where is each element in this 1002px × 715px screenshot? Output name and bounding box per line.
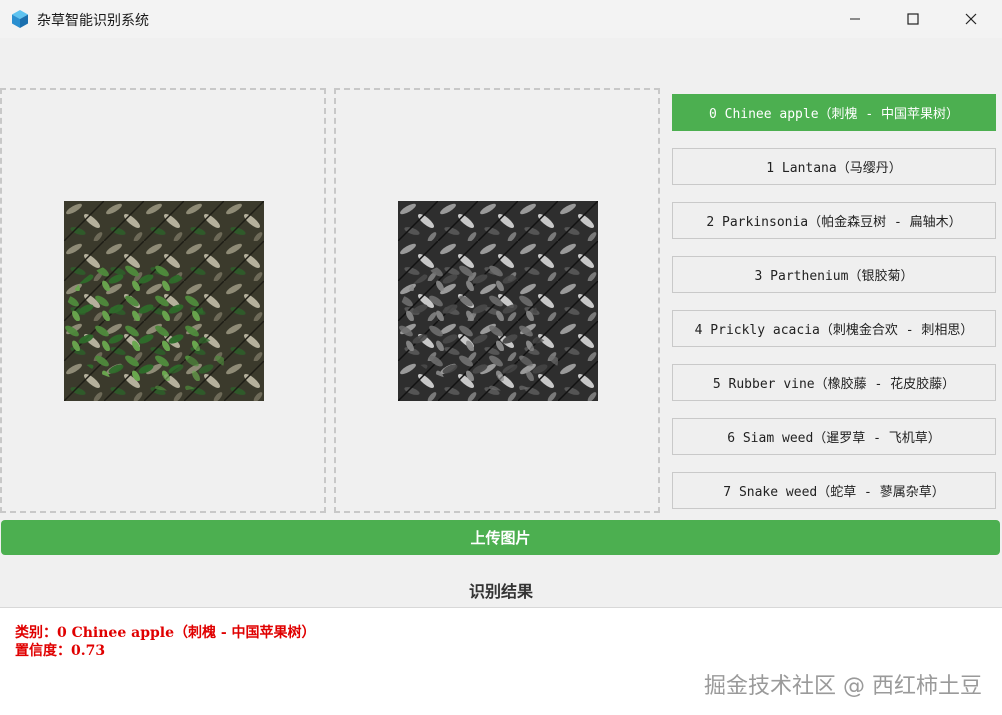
processed-image-panel (334, 88, 660, 513)
class-button-0[interactable]: 0 Chinee apple（刺槐 - 中国苹果树） (672, 94, 996, 131)
class-button-4[interactable]: 4 Prickly acacia（刺槐金合欢 - 刺相思） (672, 310, 996, 347)
cube-icon (12, 10, 28, 28)
minimize-icon (850, 18, 860, 20)
close-icon (965, 13, 977, 25)
class-button-1[interactable]: 1 Lantana（马缨丹） (672, 148, 996, 185)
window-title: 杂草智能识别系统 (37, 13, 149, 29)
upload-image-button[interactable]: 上传图片 (1, 520, 1000, 555)
class-button-6[interactable]: 6 Siam weed（暹罗草 - 飞机草） (672, 418, 996, 455)
class-button-5[interactable]: 5 Rubber vine（橡胶藤 - 花皮胶藤） (672, 364, 996, 401)
minimize-button[interactable] (826, 0, 884, 38)
processed-weed-image (398, 201, 598, 401)
maximize-icon (907, 13, 919, 25)
original-weed-image (64, 201, 264, 401)
class-button-3[interactable]: 3 Parthenium（银胶菊） (672, 256, 996, 293)
result-category: 类别：0 Chinee apple（刺槐 - 中国苹果树） (15, 625, 316, 641)
original-image-panel (0, 88, 326, 513)
title-bar: 杂草智能识别系统 (0, 0, 1002, 38)
class-button-7[interactable]: 7 Snake weed（蛇草 - 蓼属杂草） (672, 472, 996, 509)
class-button-2[interactable]: 2 Parkinsonia（帕金森豆树 - 扁轴木） (672, 202, 996, 239)
close-button[interactable] (942, 0, 1000, 38)
maximize-button[interactable] (884, 0, 942, 38)
result-confidence: 置信度：0.73 (15, 643, 106, 659)
result-heading: 识别结果 (468, 582, 533, 601)
watermark: 掘金技术社区 @ 西红柿土豆 (704, 674, 982, 699)
